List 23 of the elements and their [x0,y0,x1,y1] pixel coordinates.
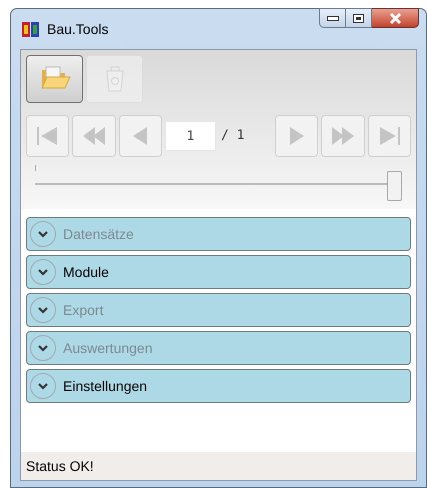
maximize-icon [353,14,364,22]
status-bar: Status OK! [21,452,416,480]
fast-forward-icon [330,124,356,148]
expander-header[interactable]: Einstellungen [26,369,411,403]
minimize-button[interactable] [319,8,346,28]
chevron-down-icon [29,258,57,286]
chevron-down-icon [29,296,57,324]
app-logo-icon [22,22,39,36]
chevron-down-icon [29,372,57,400]
open-button[interactable] [26,55,83,103]
chevron-down-icon [29,220,57,248]
page-count: / 1 [220,127,246,146]
window-title: Bau.Tools [47,20,108,38]
page-number-field[interactable]: 1 [164,121,216,151]
chevron-down-icon [29,334,57,362]
rewind-icon [80,124,107,148]
close-button[interactable] [372,8,419,28]
expander-header[interactable]: Module [26,255,411,289]
close-icon [388,12,402,24]
slider-thumb[interactable] [387,171,402,201]
recycle-bin-icon [104,66,124,92]
minimize-icon [326,16,338,20]
maximize-button[interactable] [346,8,372,28]
